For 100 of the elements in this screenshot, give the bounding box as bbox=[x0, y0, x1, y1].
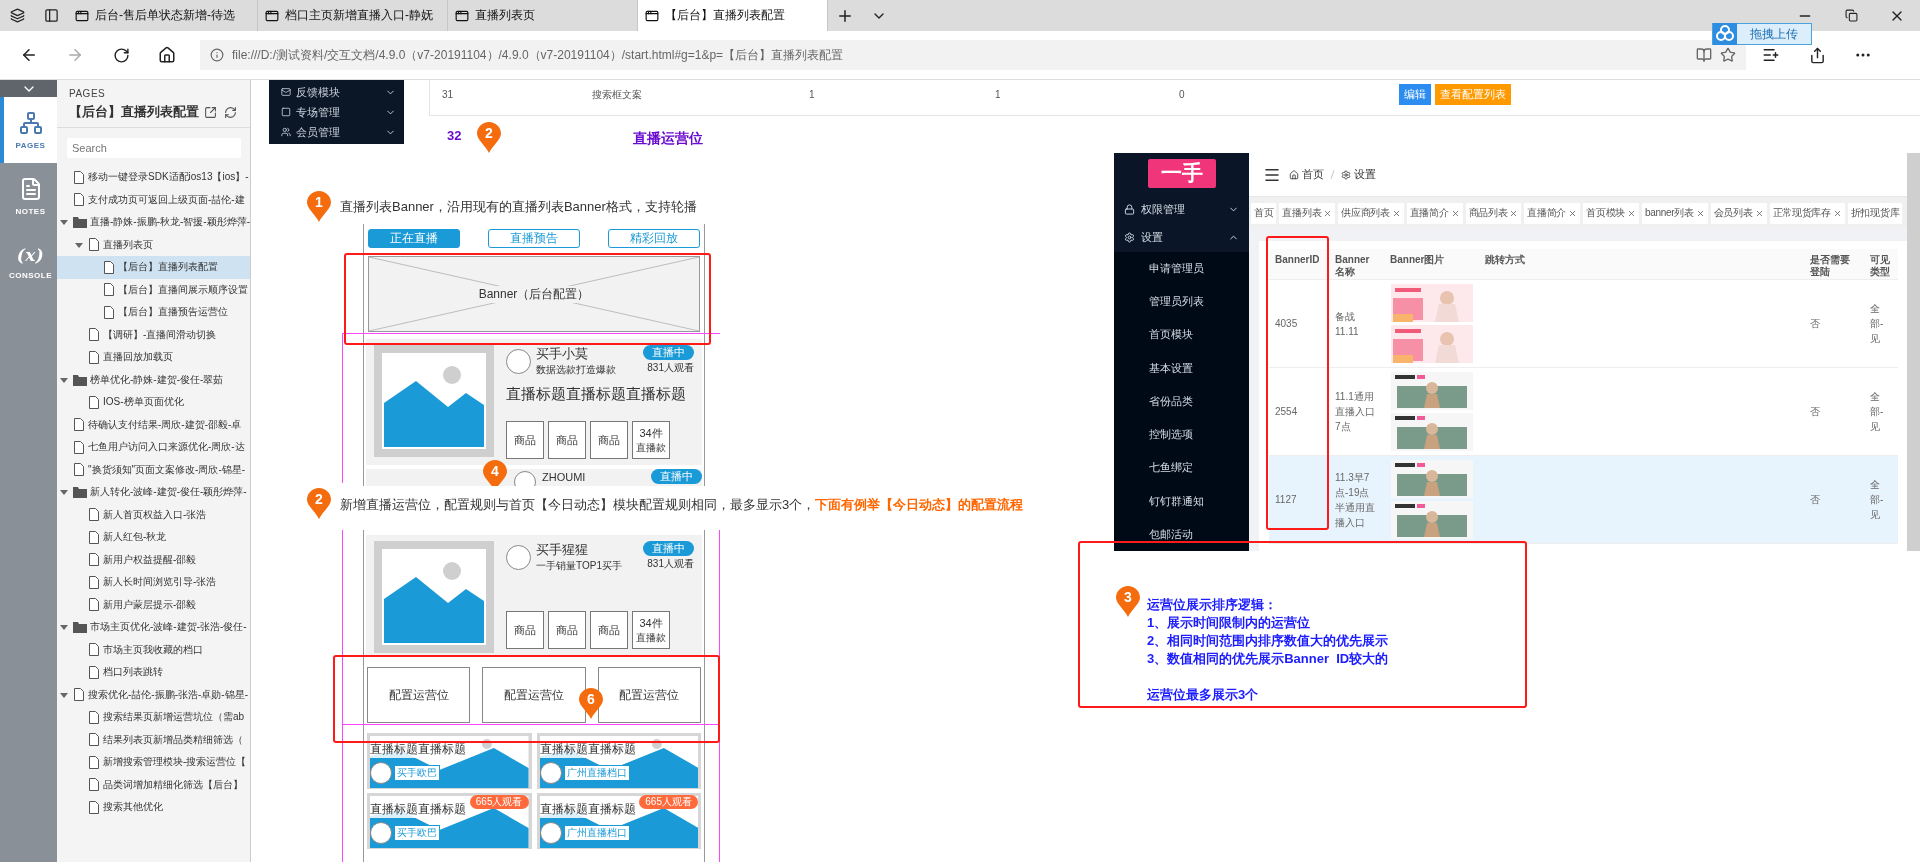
tree-item[interactable]: 移动一键登录SDK适配ios13【ios】- bbox=[57, 166, 250, 189]
restore-icon[interactable] bbox=[1844, 9, 1858, 22]
product-count: 34件 直播款 bbox=[632, 611, 670, 649]
page-tag[interactable]: 折扣现货库 bbox=[1847, 202, 1903, 224]
submenu-item[interactable]: 申请管理员 bbox=[1114, 251, 1249, 285]
favorites-icon[interactable] bbox=[1762, 46, 1780, 64]
page-tag[interactable]: 直播列表 bbox=[1279, 202, 1336, 224]
menu-item[interactable]: 权限管理 bbox=[1114, 195, 1249, 224]
tree-item[interactable]: 品类词增加精细化筛选【后台】 bbox=[57, 773, 250, 796]
menu-item[interactable]: 设置 bbox=[1114, 223, 1249, 252]
page-icon bbox=[103, 283, 115, 297]
tree-item[interactable]: 结果列表页新增品类精细筛选（ bbox=[57, 728, 250, 751]
tree-item[interactable]: IOS-榜单页面优化 bbox=[57, 391, 250, 414]
browser-tab[interactable]: 【后台】直播列表配置 bbox=[638, 0, 828, 31]
page-tag[interactable]: 商品列表 bbox=[1465, 202, 1522, 224]
table-cell: 1127 bbox=[1269, 456, 1329, 544]
page-tag[interactable]: 直播简介 bbox=[1406, 202, 1463, 224]
table-cell: 1 bbox=[995, 89, 1001, 100]
tree-item[interactable]: 榜单优化-静姝-建贺-俊任-翠茹 bbox=[57, 368, 250, 391]
logo: 一手 bbox=[1147, 159, 1216, 188]
page-tag[interactable]: 首页模块 bbox=[1583, 202, 1639, 224]
product-tile: 商品 bbox=[548, 421, 586, 459]
tree-item[interactable]: 档口列表跳转 bbox=[57, 661, 250, 684]
tree-item[interactable]: 【后台】直播预告运营位 bbox=[57, 301, 250, 324]
tree-item[interactable]: 【后台】直播间展示顺序设置 bbox=[57, 278, 250, 301]
breadcrumb-item[interactable]: 设置 bbox=[1341, 167, 1376, 182]
column-header: Banner名称 bbox=[1329, 249, 1384, 280]
tab-groups-icon[interactable] bbox=[9, 8, 25, 23]
mail-icon bbox=[281, 87, 291, 97]
page-tag[interactable]: 首页 bbox=[1251, 202, 1277, 224]
product-tile: 商品 bbox=[548, 611, 586, 649]
share-icon[interactable] bbox=[1808, 46, 1826, 64]
open-page-icon[interactable] bbox=[203, 105, 217, 119]
tree-item[interactable]: "换货须知"页面文案修改-周欣-锦星- bbox=[57, 458, 250, 481]
ad-slot: 配置运营位 bbox=[597, 667, 701, 723]
page-tag[interactable]: 直播简介 bbox=[1524, 202, 1581, 224]
tree-item[interactable]: 搜索结果页新增运营坑位（需ab bbox=[57, 706, 250, 729]
refresh-icon[interactable] bbox=[112, 46, 130, 64]
table-cell: 31 bbox=[442, 89, 454, 100]
reading-view-icon[interactable] bbox=[1696, 47, 1712, 63]
image-placeholder-icon bbox=[374, 541, 494, 653]
submenu-item[interactable]: 首页模块 bbox=[1114, 318, 1249, 352]
page-icon bbox=[88, 530, 100, 544]
page-icon bbox=[73, 418, 85, 432]
page-tag[interactable]: banner列表 bbox=[1642, 202, 1708, 224]
folder-icon bbox=[73, 486, 87, 499]
tree-item[interactable]: 搜索其他优化 bbox=[57, 796, 250, 819]
submenu-item[interactable]: 基本设置 bbox=[1114, 351, 1249, 385]
panel-heading: PAGES bbox=[69, 88, 107, 99]
viewer-count: 831人观看 bbox=[647, 557, 694, 571]
tree-item[interactable]: 待确认支付结果-周欣-建贺-邵毅-卓 bbox=[57, 413, 250, 436]
home-icon[interactable] bbox=[158, 46, 176, 64]
tree-item[interactable]: 直播回放加载页 bbox=[57, 346, 250, 369]
tree-item[interactable]: 【后台】直播列表配置 bbox=[57, 256, 250, 279]
page-icon bbox=[88, 395, 100, 409]
star-icon[interactable] bbox=[1720, 47, 1736, 63]
submenu-item[interactable]: 省份品类 bbox=[1114, 384, 1249, 418]
refresh-icon[interactable] bbox=[223, 105, 237, 119]
back-icon[interactable] bbox=[20, 46, 38, 64]
tree-item[interactable]: 新增搜索管理模块-搜索运营位【 bbox=[57, 751, 250, 774]
tree-item[interactable]: 新用户蒙层提示-邵毅 bbox=[57, 593, 250, 616]
tree-item[interactable]: 搜索优化-喆伦-振鹏-张浩-卓勋-锦星- bbox=[57, 683, 250, 706]
search-field[interactable]: Search bbox=[67, 138, 241, 158]
tree-item[interactable]: 支付成功页可返回上级页面-喆伦-建 bbox=[57, 188, 250, 211]
tree-item[interactable]: 市场主页我收藏的档口 bbox=[57, 638, 250, 661]
users-icon bbox=[281, 127, 291, 137]
tree-item[interactable]: 新人转化-波峰-建贺-俊任-颖彤烨萍- bbox=[57, 481, 250, 504]
page-icon bbox=[73, 193, 85, 207]
collapse-button[interactable] bbox=[0, 80, 57, 97]
tree-item[interactable]: 新用户权益提醒-邵毅 bbox=[57, 548, 250, 571]
submenu-item[interactable]: 控制选项 bbox=[1114, 418, 1249, 452]
tree-item[interactable]: 新人红包-秋龙 bbox=[57, 526, 250, 549]
tree-item[interactable]: 新人长时间浏览引导-张浩 bbox=[57, 571, 250, 594]
image-placeholder-icon bbox=[374, 345, 494, 457]
submenu-item[interactable]: 管理员列表 bbox=[1114, 284, 1249, 319]
tab-preview-icon[interactable] bbox=[43, 8, 59, 23]
folder-icon bbox=[73, 621, 87, 634]
page-tag[interactable]: 会员列表 bbox=[1710, 202, 1767, 224]
page-tag[interactable]: 供应商列表 bbox=[1338, 202, 1404, 224]
shop-tag: 买手欧巴 bbox=[394, 765, 440, 781]
breadcrumb-item[interactable]: 首页 bbox=[1289, 167, 1324, 182]
folder-icon bbox=[73, 216, 87, 229]
upload-button[interactable]: 拖拽上传 bbox=[1712, 23, 1812, 45]
tree-item[interactable]: 【调研】-直播间滑动切换 bbox=[57, 323, 250, 346]
product-tile: 商品 bbox=[506, 611, 544, 649]
viewer-count: 831人观看 bbox=[647, 361, 694, 375]
submenu-item[interactable]: 钉钉群通知 bbox=[1114, 484, 1249, 518]
address-field[interactable]: file:///D:/测试资料/交互文档/4.9.0（v7-20191104）/4.9.0（v7-20191104）/start.html#g=1&p=【后台】直播列表配置 bbox=[200, 40, 1746, 70]
tree-item[interactable]: 直播-静姝-振鹏-秋龙-智援-颖彤烨萍- bbox=[57, 211, 250, 234]
tree-item[interactable]: 直播列表页 bbox=[57, 233, 250, 256]
section-number: 32 bbox=[447, 128, 462, 143]
page-icon bbox=[88, 665, 100, 679]
page-icon bbox=[75, 8, 89, 23]
tree-item[interactable]: 市场主页优化-波峰-建贺-张浩-俊任- bbox=[57, 616, 250, 639]
page-tag[interactable]: 正常现货库存 bbox=[1769, 202, 1845, 224]
tree-item[interactable]: 新人首页权益入口-张浩 bbox=[57, 503, 250, 526]
rail-tab[interactable]: PAGES bbox=[0, 97, 57, 163]
submenu-item[interactable]: 七鱼绑定 bbox=[1114, 451, 1249, 485]
product-tile: 商品 bbox=[590, 421, 628, 459]
tree-item[interactable]: 七鱼用户访问入口来源优化-周欣-达 bbox=[57, 436, 250, 459]
